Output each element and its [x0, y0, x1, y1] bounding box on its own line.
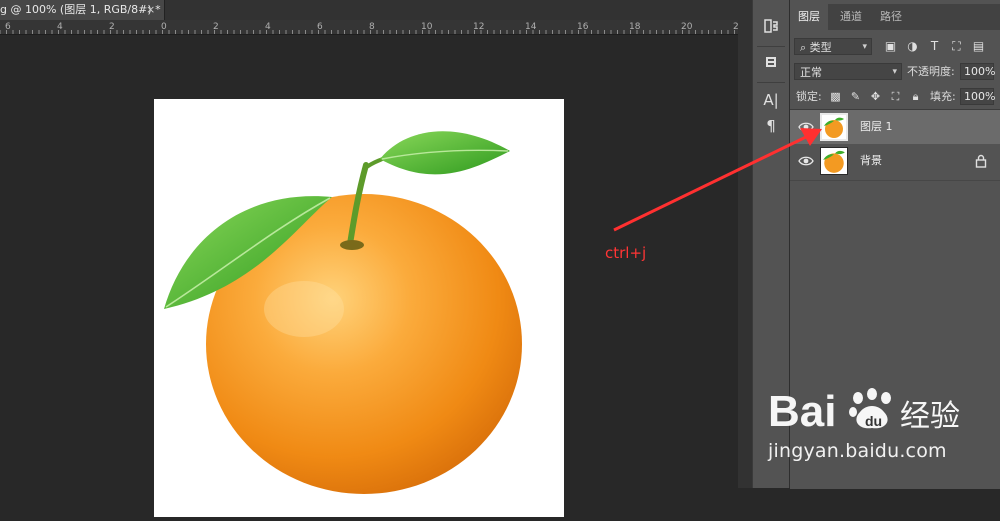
layer-thumbnail [820, 113, 848, 141]
ruler-tick-label: 4 [57, 22, 63, 32]
ruler-tick-label: 4 [265, 22, 271, 32]
history-icon[interactable] [761, 16, 781, 36]
blend-mode-select[interactable]: 正常 ▾ [794, 63, 902, 80]
opacity-label: 不透明度: [907, 65, 955, 78]
tab-channels[interactable]: 通道 [832, 4, 870, 30]
image-filter-icon[interactable]: ▣ [883, 39, 898, 54]
visibility-eye-icon[interactable] [798, 153, 814, 169]
fill-field[interactable]: 100% [960, 88, 995, 105]
baidu-jingyan-watermark: Bai du 经验 [768, 380, 998, 440]
lock-artboard-icon[interactable]: ⛶ [888, 88, 903, 105]
fill-label: 填充: [930, 90, 956, 103]
chevron-down-icon: ▾ [862, 42, 867, 52]
ruler-tick-label: 20 [681, 22, 693, 32]
layer-row-background[interactable]: 背景 [790, 144, 1000, 178]
lock-paint-icon[interactable]: ✎ [848, 88, 863, 105]
lock-all-icon[interactable]: 🔒︎ [908, 88, 923, 105]
layer-row-layer-1[interactable]: 图层 1 [790, 110, 1000, 144]
layer-filter-row: ⌕ 类型 ▾ ▣ ◑ T ⛶ ▤ [790, 38, 1000, 56]
properties-icon[interactable] [761, 52, 781, 72]
layer-kind-filter[interactable]: ⌕ 类型 ▾ [794, 38, 872, 55]
opacity-field[interactable]: 100% [960, 63, 995, 80]
layer-lock-icon[interactable] [975, 154, 987, 168]
document-tab[interactable]: g @ 100% (图层 1, RGB/8#) * × [0, 0, 165, 20]
character-icon[interactable]: A| [761, 90, 781, 110]
ruler-tick-label: 6 [317, 22, 323, 32]
ruler-tick-label: 2 [109, 22, 115, 32]
annotation-label: ctrl+j [605, 244, 647, 262]
lock-label: 锁定: [796, 90, 822, 103]
svg-text:Bai: Bai [768, 387, 836, 436]
svg-text:du: du [865, 413, 882, 429]
lock-position-icon[interactable]: ✥ [868, 88, 883, 105]
layer-name: 图层 1 [860, 120, 893, 133]
svg-text:经验: 经验 [900, 399, 960, 434]
paragraph-icon[interactable]: ¶ [761, 116, 781, 136]
blend-row: 正常 ▾ 不透明度: 100% [790, 63, 1000, 81]
chevron-down-icon: ▾ [892, 67, 897, 77]
ruler-tick-label: 12 [473, 22, 484, 32]
ruler-top: 6420246810121416182022 [0, 20, 738, 35]
tab-bar [165, 0, 752, 20]
blend-mode-value: 正常 [800, 66, 822, 79]
smart-object-filter-icon[interactable]: ▤ [971, 39, 986, 54]
orange-image [164, 131, 522, 494]
close-tab-icon[interactable]: × [146, 0, 155, 20]
ruler-tick-label: 16 [577, 22, 589, 32]
ruler-tick-label: 0 [161, 22, 167, 32]
visibility-eye-icon[interactable] [798, 119, 814, 135]
ruler-tick-label: 6 [5, 22, 11, 32]
shape-filter-icon[interactable]: ⛶ [949, 39, 964, 54]
ruler-tick-label: 10 [421, 22, 433, 32]
ruler-tick-label: 18 [629, 22, 641, 32]
ruler-tick-label: 8 [369, 22, 375, 32]
watermark-url: jingyan.baidu.com [768, 440, 947, 462]
search-icon: ⌕ [800, 41, 807, 54]
layer-kind-label: 类型 [809, 41, 832, 54]
layer-name: 背景 [860, 154, 882, 167]
panel-tabs: 图层 通道 路径 [790, 4, 1000, 30]
lock-row: 锁定: ▩ ✎ ✥ ⛶ 🔒︎ 填充: 100% [790, 88, 1000, 106]
document-canvas[interactable] [154, 99, 564, 517]
document-tab-title: g @ 100% (图层 1, RGB/8#) * [0, 3, 161, 16]
tab-layers[interactable]: 图层 [790, 4, 828, 30]
type-filter-icon[interactable]: T [927, 39, 942, 54]
lock-transparent-icon[interactable]: ▩ [828, 88, 843, 105]
ruler-tick-label: 14 [525, 22, 537, 32]
ruler-tick-label: 2 [213, 22, 219, 32]
tab-paths[interactable]: 路径 [872, 4, 910, 30]
panel-gutter [738, 0, 752, 488]
layer-thumbnail [820, 147, 848, 175]
adjustment-filter-icon[interactable]: ◑ [905, 39, 920, 54]
